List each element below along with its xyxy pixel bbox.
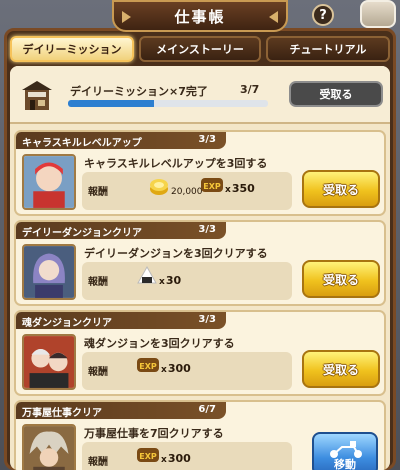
mission-card: デイリーダンジョンクリア 3/3 デイリーダンジョンを3回クリアする 報酬 x3… xyxy=(14,220,386,306)
receive-button[interactable]: 受取る xyxy=(302,170,380,208)
reward-amount: 300 xyxy=(167,362,191,375)
receive-button[interactable]: 受取る xyxy=(302,260,380,298)
mission-header: キャラスキルレベルアップ 3/3 xyxy=(16,132,226,149)
mission-name: 魂ダンジョンクリア xyxy=(22,318,112,329)
reward-exp: EXP x 300 xyxy=(136,355,191,375)
reward-exp: EXP x 300 xyxy=(136,445,191,465)
mission-tabs: デイリーミッション メインストーリー チュートリアル xyxy=(10,36,390,62)
mission-card: 魂ダンジョンクリア 3/3 魂ダンジョンを3回クリアする 報酬 EXP x 300… xyxy=(14,310,386,396)
character-portrait xyxy=(22,244,76,300)
mission-card: キャラスキルレベルアップ 3/3 キャラスキルレベルアップを3回する 報酬 20… xyxy=(14,130,386,216)
reward-label: 報酬 xyxy=(88,367,108,378)
mission-card: 万事屋仕事クリア 6/7 万事屋仕事を7回クリアする 報酬 EXP x300 xyxy=(14,400,386,470)
mission-name: 万事屋仕事クリア xyxy=(22,408,102,419)
move-button[interactable]: 移動 xyxy=(312,432,378,470)
mission-description: キャラスキルレベルアップを3回する xyxy=(84,157,268,170)
daily-summary: デイリーミッション×7完了 3/7 受取る xyxy=(10,66,390,124)
exp-icon: EXP xyxy=(137,358,159,372)
reward-label: 報酬 xyxy=(88,187,108,198)
tab-daily-mission[interactable]: デイリーミッション xyxy=(10,36,134,62)
reward-gold: 20,000 xyxy=(148,175,203,197)
summary-progress-bar xyxy=(68,100,268,107)
svg-text:EXP: EXP xyxy=(203,182,221,191)
help-button[interactable]: ? xyxy=(312,4,334,26)
mission-list-panel[interactable]: デイリーミッション×7完了 3/7 受取る キャラスキルレベルアップ 3/3 キ… xyxy=(10,66,390,470)
mission-progress: 3/3 xyxy=(198,224,216,235)
summary-label: デイリーミッション×7完了 xyxy=(70,85,208,98)
character-portrait xyxy=(22,334,76,390)
mission-progress: 6/7 xyxy=(198,404,216,415)
reward-amount: 20,000 xyxy=(171,187,203,197)
gold-coin-icon xyxy=(150,179,168,195)
reward-box: 報酬 EXP x 300 xyxy=(82,442,292,470)
mission-description: 万事屋仕事を7回クリアする xyxy=(84,427,224,440)
reward-amount: 350 xyxy=(231,182,255,195)
reward-box: 報酬 20,000 EXP x 350 xyxy=(82,172,292,210)
window-title-plate: 仕事帳 xyxy=(112,0,288,32)
svg-text:EXP: EXP xyxy=(139,452,157,461)
mission-header: デイリーダンジョンクリア 3/3 xyxy=(16,222,226,239)
reward-amount: 300 xyxy=(167,452,191,465)
summary-count: 3/7 xyxy=(240,83,260,96)
character-portrait xyxy=(22,154,76,210)
summary-progress-fill xyxy=(68,100,154,107)
shop-icon xyxy=(22,81,52,110)
title-ornament-right-icon xyxy=(269,11,278,23)
reward-rice-ball: x 30 xyxy=(136,265,181,287)
tab-tutorial[interactable]: チュートリアル xyxy=(266,36,390,62)
title-ornament-left-icon xyxy=(122,11,131,23)
exp-icon: EXP xyxy=(201,178,223,192)
summary-receive-button[interactable]: 受取る xyxy=(289,81,383,107)
reward-box: 報酬 x 30 xyxy=(82,262,292,300)
exp-icon: EXP xyxy=(137,448,159,462)
reward-label: 報酬 xyxy=(88,277,108,288)
svg-text:EXP: EXP xyxy=(139,362,157,371)
tab-main-story[interactable]: メインストーリー xyxy=(139,36,261,62)
mission-header: 万事屋仕事クリア 6/7 xyxy=(16,402,226,419)
mission-name: デイリーダンジョンクリア xyxy=(22,228,142,239)
reward-box: 報酬 EXP x 300 xyxy=(82,352,292,390)
mission-progress: 3/3 xyxy=(198,134,216,145)
reward-label: 報酬 xyxy=(88,457,108,468)
receive-button[interactable]: 受取る xyxy=(302,350,380,388)
move-button-label: 移動 xyxy=(334,458,356,470)
reward-amount: 30 xyxy=(165,274,182,287)
mission-progress: 3/3 xyxy=(198,314,216,325)
mission-header: 魂ダンジョンクリア 3/3 xyxy=(16,312,226,329)
mission-description: デイリーダンジョンを3回クリアする xyxy=(84,247,268,260)
mission-description: 魂ダンジョンを3回クリアする xyxy=(84,337,235,350)
window-title: 仕事帳 xyxy=(174,7,226,26)
reward-exp: EXP x 350 xyxy=(200,175,255,195)
character-portrait xyxy=(22,424,76,470)
close-button[interactable] xyxy=(360,0,396,28)
mission-name: キャラスキルレベルアップ xyxy=(22,138,142,149)
rice-ball-icon xyxy=(137,265,157,284)
